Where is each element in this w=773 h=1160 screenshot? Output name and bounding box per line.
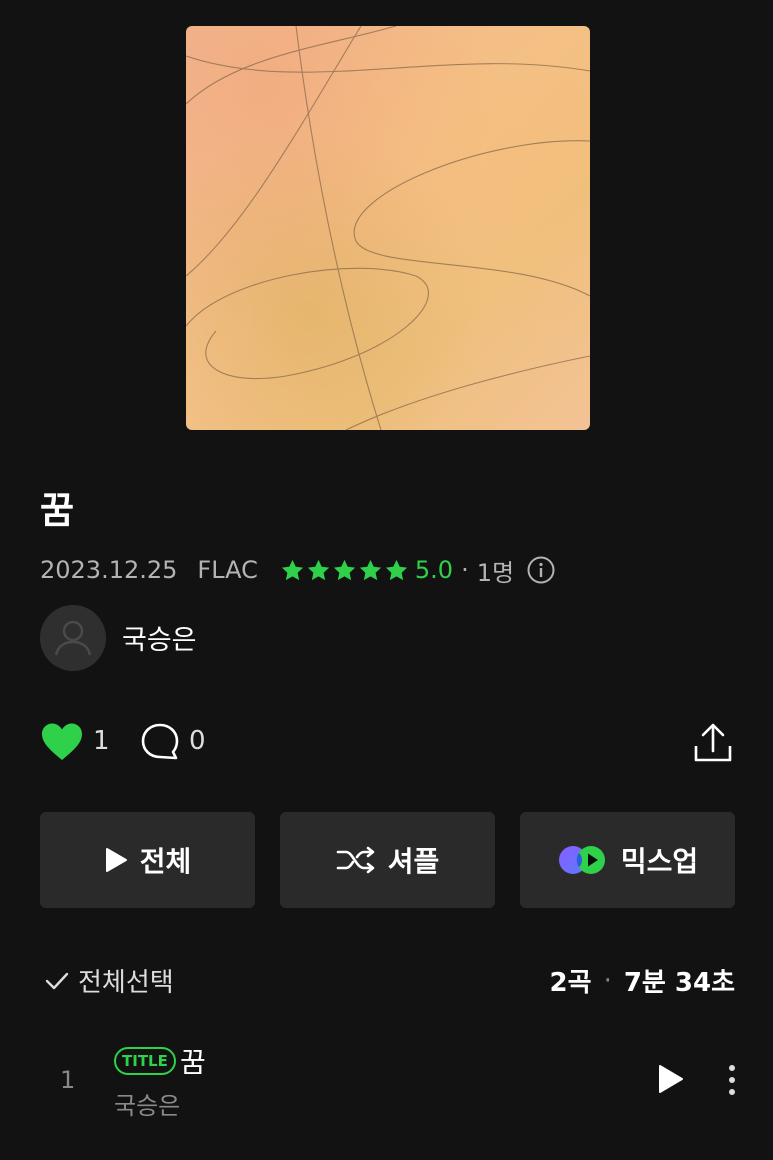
track-artist[interactable]: 국승은 — [114, 1086, 180, 1121]
title-badge: TITLE — [114, 1047, 176, 1075]
track-number: 1 — [60, 1066, 76, 1094]
shuffle-label: 셔플 — [387, 845, 440, 878]
play-all-button[interactable]: 전체 — [40, 812, 255, 908]
play-icon[interactable] — [652, 1062, 686, 1096]
mixup-icon — [558, 846, 605, 874]
tracklist-summary: 2곡 · 7분 34초 — [550, 962, 735, 999]
comment-icon[interactable] — [140, 722, 180, 762]
track-title[interactable]: 꿈 — [180, 1041, 206, 1081]
select-all-toggle[interactable]: 전체선택 — [44, 962, 174, 999]
total-duration: 7분 34초 — [623, 968, 735, 998]
comment-count: 0 — [189, 726, 206, 756]
separator-dot: · — [603, 965, 612, 996]
star-icon — [359, 559, 382, 580]
rating-stars[interactable] — [280, 558, 409, 583]
mixup-label: 믹스업 — [620, 845, 699, 878]
star-icon — [385, 559, 408, 580]
album-title: 꿈 — [40, 489, 75, 532]
person-icon — [54, 620, 92, 656]
more-options-icon[interactable] — [724, 1062, 740, 1098]
artist-avatar[interactable] — [40, 605, 106, 671]
rating-count: 1명 — [476, 558, 515, 587]
share-icon[interactable] — [692, 722, 734, 764]
audio-format: FLAC — [197, 556, 258, 584]
play-icon — [105, 848, 127, 872]
album-cover[interactable] — [186, 26, 590, 430]
star-icon — [307, 559, 330, 580]
release-date: 2023.12.25 — [40, 556, 178, 584]
shuffle-button[interactable]: 셔플 — [280, 812, 495, 908]
artist-name[interactable]: 국승은 — [122, 618, 197, 657]
cover-art — [186, 26, 590, 430]
shuffle-icon — [336, 846, 375, 874]
track-count: 2곡 — [549, 968, 592, 998]
rating-value: 5.0 — [414, 556, 454, 584]
mixup-button[interactable]: 믹스업 — [520, 812, 735, 908]
album-meta-row: 2023.12.25 FLAC 5.0 · 1명 — [40, 555, 556, 587]
info-icon[interactable] — [526, 555, 556, 585]
star-icon — [281, 559, 304, 580]
heart-icon[interactable] — [40, 722, 84, 762]
play-all-label: 전체 — [139, 845, 192, 878]
checkmark-icon — [45, 972, 69, 989]
like-count: 1 — [93, 726, 110, 756]
separator-dot: · — [461, 556, 469, 584]
select-all-label: 전체선택 — [78, 968, 174, 998]
star-icon — [333, 559, 356, 580]
